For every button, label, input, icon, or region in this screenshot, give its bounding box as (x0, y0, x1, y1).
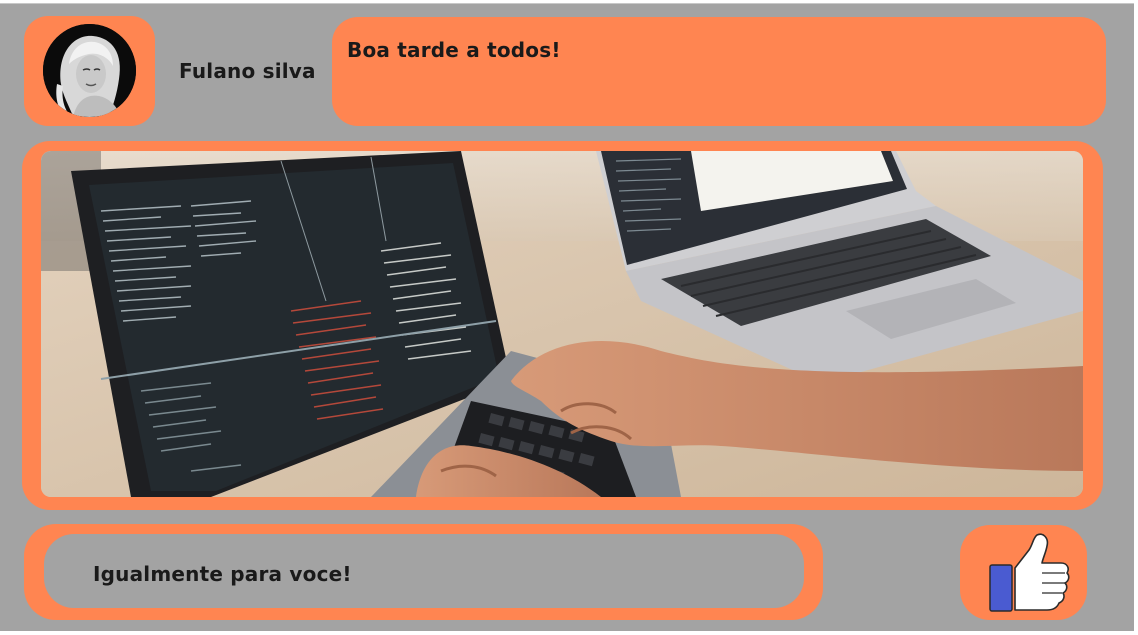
avatar[interactable] (43, 24, 136, 117)
laptop-coding-photo-icon (41, 151, 1083, 497)
reply-text: Igualmente para voce! (93, 562, 352, 586)
user-avatar-photo-icon (43, 24, 136, 117)
author-name: Fulano silva (179, 59, 316, 83)
message-bubble: Boa tarde a todos! (332, 17, 1106, 126)
post-image[interactable] (41, 151, 1083, 497)
reply-bubble: Igualmente para voce! (24, 524, 823, 620)
message-text: Boa tarde a todos! (347, 38, 561, 62)
avatar-card (24, 16, 155, 126)
thumbs-up-icon (989, 533, 1070, 612)
chat-canvas: Fulano silva Boa tarde a todos! Igualmen… (0, 3, 1134, 631)
like-button[interactable] (960, 525, 1087, 620)
reply-input[interactable]: Igualmente para voce! (44, 534, 804, 608)
photo-card (22, 141, 1103, 510)
